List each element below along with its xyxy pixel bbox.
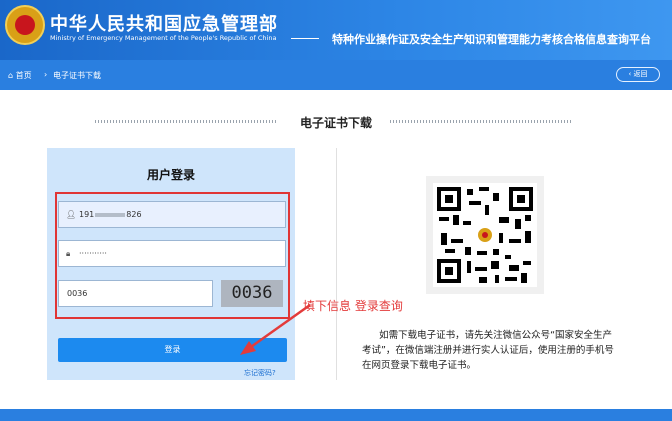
masked-digits: [95, 212, 126, 217]
qr-code-frame: [426, 176, 544, 294]
password-value: ···········: [79, 249, 107, 258]
breadcrumb-separator: ›: [44, 70, 48, 79]
annotation-arrow-icon: [240, 303, 311, 355]
site-title-en: Ministry of Emergency Management of the …: [50, 34, 277, 42]
back-icon: ‹: [628, 70, 632, 78]
breadcrumb-home-label: 首页: [15, 71, 32, 80]
platform-subtitle: 特种作业操作证及安全生产知识和管理能力考核合格信息查询平台: [332, 33, 651, 46]
back-label: 返回: [633, 70, 648, 78]
breadcrumb-home[interactable]: ⌂ 首页: [8, 70, 32, 81]
footer-bar: [0, 409, 672, 421]
captcha-input[interactable]: 0036: [58, 280, 213, 307]
back-button[interactable]: ‹ 返回: [616, 67, 660, 82]
user-icon: 👤︎: [66, 210, 77, 219]
breadcrumb-current: 电子证书下载: [53, 71, 101, 80]
breadcrumb-bar: ⌂ 首页 › 电子证书下载 ‹ 返回: [0, 60, 672, 90]
forgot-password-link[interactable]: 忘记密码?: [244, 368, 276, 378]
home-icon: ⌂: [8, 71, 14, 80]
header: 中华人民共和国应急管理部 Ministry of Emergency Manag…: [0, 0, 672, 60]
captcha-value: 0036: [67, 289, 88, 298]
password-field[interactable]: 🔒︎ ···········: [58, 240, 286, 267]
username-value: 191 826: [79, 210, 142, 219]
header-separator: [291, 38, 319, 39]
login-title: 用户登录: [146, 168, 195, 182]
qr-code: [433, 183, 537, 287]
annotation-text: 填下信息 登录查询: [303, 299, 403, 313]
national-emblem-icon: [5, 5, 45, 45]
emblem-logo-icon: [476, 226, 494, 244]
lock-icon: 🔒︎: [66, 249, 71, 258]
username-field[interactable]: 👤︎ 191 826: [58, 201, 286, 228]
download-instructions: 如需下载电子证书，请先关注微信公众号“国家安全生产考试”，在微信端注册并进行实人…: [362, 330, 614, 371]
site-title: 中华人民共和国应急管理部: [50, 14, 278, 35]
panel-divider: [336, 148, 337, 380]
title-decoration-right: [390, 120, 572, 123]
